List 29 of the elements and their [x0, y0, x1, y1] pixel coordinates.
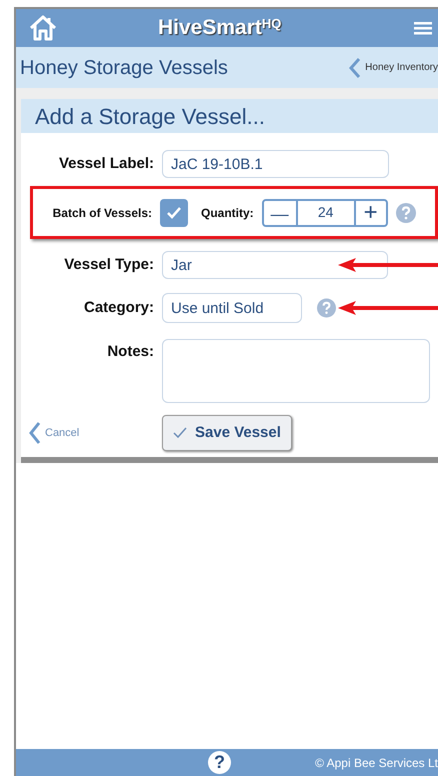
field-label: Batch of Vessels: [52, 204, 153, 222]
minus-button[interactable]: — [262, 198, 298, 226]
notes-field[interactable] [162, 339, 430, 403]
check-icon [173, 427, 187, 439]
app-title: HiveSmart$^{HQ}$ [158, 14, 282, 42]
plus-button[interactable]: + [354, 198, 388, 226]
chevron-left-icon [29, 421, 41, 445]
help-icon[interactable] [396, 202, 416, 222]
card-title: Add a Storage Vessel... [35, 102, 265, 131]
quantity-field[interactable]: 24 [298, 198, 354, 226]
field-label: Quantity: [201, 204, 254, 222]
vessel-label-field[interactable]: JaC 19-10B.1 [162, 150, 389, 178]
help-button[interactable]: ? [208, 751, 231, 774]
copyright-text: © Appi Bee Services Lt [315, 754, 438, 772]
back-link[interactable]: Honey Inventory [349, 56, 438, 78]
category-field[interactable]: Use until Sold [162, 293, 302, 323]
field-label: Notes: [106, 342, 155, 362]
menu-icon[interactable] [414, 20, 432, 36]
check-icon [166, 206, 182, 220]
vessel-type-field[interactable]: Jar [162, 251, 388, 279]
field-label: Vessel Type: [63, 254, 155, 275]
home-icon[interactable] [28, 14, 58, 42]
chevron-left-icon [349, 56, 362, 78]
batch-checkbox[interactable] [160, 198, 188, 226]
save-button[interactable]: Save Vessel [162, 415, 292, 451]
field-label: Category: [82, 298, 155, 318]
page-title: Honey Storage Vessels [20, 56, 228, 80]
help-icon[interactable] [317, 298, 336, 318]
field-label: Vessel Label: [58, 154, 155, 174]
